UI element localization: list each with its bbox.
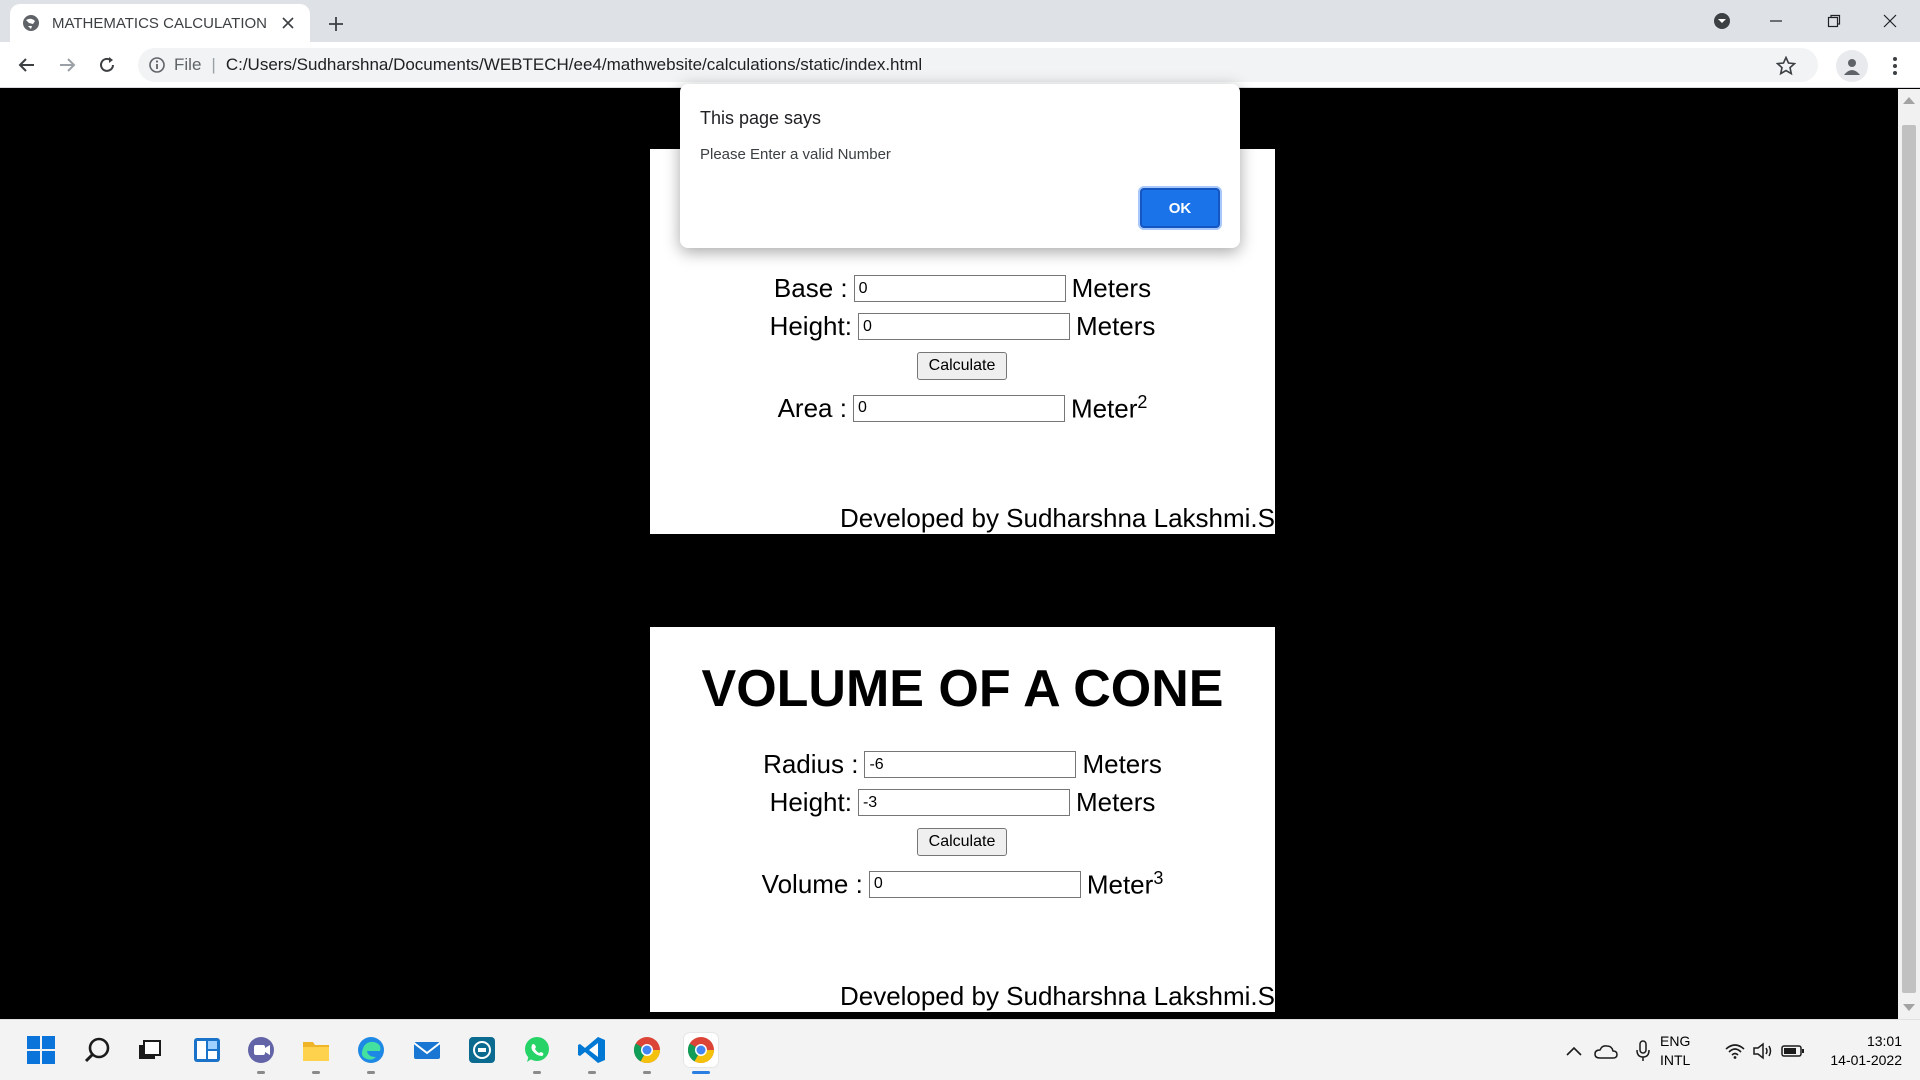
chrome-active-indicator (692, 1071, 710, 1074)
explorer-running-indicator (312, 1071, 320, 1074)
new-tab-button[interactable] (322, 10, 350, 38)
chrome-running-indicator (643, 1071, 651, 1074)
dell-app-icon[interactable] (465, 1033, 499, 1067)
volume-unit-power: 3 (1153, 868, 1164, 888)
cone-calculate-button[interactable]: Calculate (917, 828, 1007, 856)
task-view-icon[interactable] (133, 1033, 167, 1067)
scroll-up-arrow-icon[interactable] (1903, 97, 1915, 104)
cone-height-label: Height: (769, 787, 852, 817)
reload-icon[interactable] (92, 50, 122, 80)
keyboard-layout: INTL (1660, 1051, 1691, 1068)
volume-result-row: Volume : Meter3 (650, 868, 1275, 901)
tab-title: MATHEMATICS CALCULATION (52, 14, 268, 32)
radius-unit: Meters (1082, 749, 1162, 779)
mail-icon[interactable] (410, 1033, 444, 1067)
chrome-icon[interactable] (630, 1033, 664, 1074)
area-unit-power: 2 (1137, 392, 1148, 412)
volume-result-unit: Meter3 (1086, 868, 1164, 900)
info-icon[interactable] (148, 56, 166, 74)
file-explorer-icon[interactable] (299, 1033, 333, 1074)
battery-icon (1778, 1044, 1808, 1058)
volume-result-label: Volume : (761, 868, 863, 899)
radius-row: Radius : Meters (650, 749, 1275, 780)
url-scheme: File (174, 55, 202, 74)
back-arrow-icon[interactable] (12, 50, 42, 80)
base-input[interactable] (853, 275, 1066, 302)
area-result-row: Area : Meter2 (650, 392, 1275, 425)
language-indicator[interactable]: ENG INTL (1660, 1020, 1690, 1080)
base-label: Base : (773, 273, 848, 303)
close-tab-icon[interactable] (278, 13, 298, 33)
edge-running-indicator (367, 1071, 375, 1074)
base-unit: Meters (1071, 273, 1152, 303)
radius-label: Radius : (763, 749, 859, 779)
volume-icon (1748, 1041, 1778, 1060)
wifi-icon (1722, 1043, 1748, 1059)
scroll-thumb[interactable] (1902, 125, 1916, 993)
search-icon[interactable] (80, 1033, 114, 1067)
microphone-icon[interactable] (1626, 1039, 1660, 1062)
dialog-ok-button[interactable]: OK (1140, 188, 1220, 228)
area-developer-credit: Developed by Sudharshna Lakshmi.S (839, 503, 1275, 533)
tab-search-icon[interactable] (1702, 6, 1742, 36)
address-bar[interactable]: File | C:/Users/Sudharshna/Documents/WEB… (138, 48, 1818, 82)
area-height-row: Height: Meters (650, 311, 1275, 342)
dialog-title: This page says (700, 108, 822, 128)
base-row: Base : Meters (650, 273, 1275, 304)
area-height-label: Height: (769, 311, 852, 341)
url-separator: | (211, 55, 216, 74)
area-result-label: Area : (777, 392, 847, 423)
alert-dialog: This page says Please Enter a valid Numb… (680, 84, 1240, 248)
area-height-unit: Meters (1075, 311, 1156, 341)
kebab-menu-icon[interactable] (1880, 50, 1910, 82)
clock-date: 14-01-2022 (1830, 1051, 1902, 1068)
cone-height-unit: Meters (1075, 787, 1156, 817)
area-calculate-button[interactable]: Calculate (917, 352, 1007, 380)
url-text[interactable]: C:/Users/Sudharshna/Documents/WEBTECH/ee… (226, 55, 922, 75)
close-window-icon[interactable] (1870, 6, 1910, 36)
cone-height-input[interactable] (857, 789, 1070, 816)
vscode-icon[interactable] (575, 1033, 609, 1074)
profile-avatar-icon[interactable] (1836, 50, 1868, 82)
page-scrollbar[interactable] (1898, 89, 1920, 1019)
tab-strip: MATHEMATICS CALCULATION (0, 0, 1920, 42)
scroll-down-arrow-icon[interactable] (1903, 1004, 1915, 1011)
whatsapp-icon[interactable] (520, 1033, 554, 1074)
show-hidden-icons-chevron-icon[interactable] (1562, 1046, 1586, 1056)
teams-running-indicator (257, 1071, 265, 1074)
quick-settings[interactable] (1722, 1020, 1808, 1080)
cone-title: VOLUME OF A CONE (701, 660, 1224, 718)
system-tray (1562, 1020, 1660, 1080)
area-result-unit: Meter2 (1070, 392, 1148, 424)
bookmark-star-icon[interactable] (1776, 56, 1796, 76)
language-code: ENG (1660, 1032, 1691, 1049)
globe-icon (23, 15, 39, 31)
chrome-active-window-icon[interactable] (684, 1033, 718, 1074)
volume-result-output[interactable] (868, 870, 1081, 898)
browser-tab[interactable]: MATHEMATICS CALCULATION (10, 4, 310, 42)
teams-chat-icon[interactable] (244, 1033, 278, 1074)
clock[interactable]: 13:01 14-01-2022 (1818, 1020, 1902, 1080)
clock-time: 13:01 (1866, 1032, 1902, 1049)
onedrive-cloud-icon[interactable] (1586, 1043, 1626, 1059)
cone-height-row: Height: Meters (650, 787, 1275, 818)
vscode-running-indicator (588, 1071, 596, 1074)
widgets-icon[interactable] (190, 1033, 224, 1067)
radius-input[interactable] (864, 751, 1077, 778)
area-height-input[interactable] (857, 313, 1070, 340)
restore-icon[interactable] (1814, 6, 1854, 36)
browser-toolbar: File | C:/Users/Sudharshna/Documents/WEB… (0, 42, 1920, 88)
cone-card: VOLUME OF A CONE Radius : Meters Height:… (650, 627, 1275, 1012)
minimize-icon[interactable] (1756, 6, 1796, 36)
forward-arrow-icon[interactable] (52, 50, 82, 80)
area-result-output[interactable] (852, 394, 1065, 422)
windows-taskbar: ENG INTL 13:01 14-01-2022 (0, 1019, 1920, 1080)
cone-developer-credit: Developed by Sudharshna Lakshmi.S (839, 981, 1275, 1011)
windows-start-icon[interactable] (24, 1033, 58, 1067)
dialog-message: Please Enter a valid Number (700, 146, 891, 163)
whatsapp-running-indicator (533, 1071, 541, 1074)
edge-browser-icon[interactable] (354, 1033, 388, 1074)
